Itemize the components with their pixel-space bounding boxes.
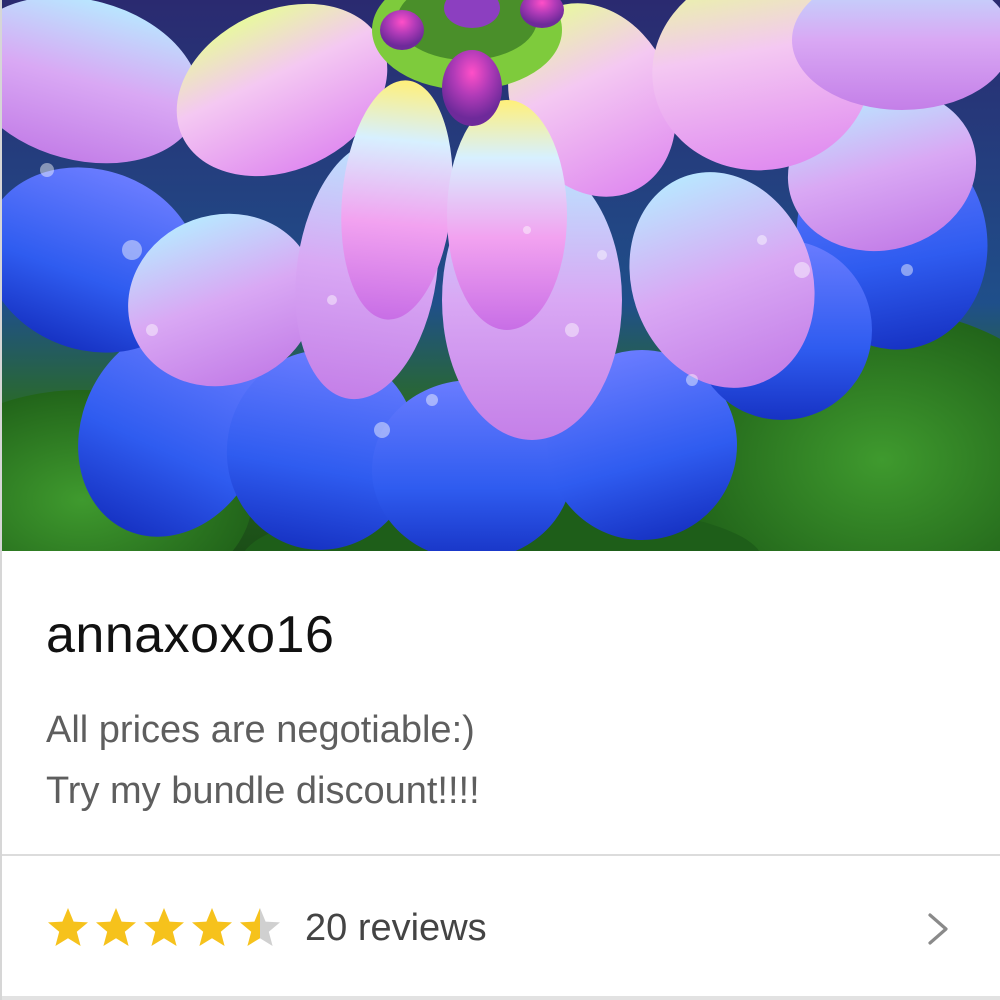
- star-icon: [192, 908, 232, 946]
- bottom-border: [2, 996, 1000, 1000]
- star-icon: [96, 908, 136, 946]
- shop-info: annaxoxo16 All prices are negotiable:) T…: [2, 551, 1000, 854]
- star-icon: [144, 908, 184, 946]
- shop-tagline-line2: Try my bundle discount!!!!: [46, 770, 480, 812]
- review-count: 20 reviews: [305, 907, 487, 949]
- shop-banner-image: [2, 0, 1000, 551]
- chevron-right-icon[interactable]: [922, 911, 952, 947]
- star-rating: [46, 906, 282, 950]
- reviews-row[interactable]: 20 reviews: [2, 856, 1000, 1000]
- star-icon: [48, 908, 88, 946]
- shop-card: annaxoxo16 All prices are negotiable:) T…: [0, 0, 1000, 1000]
- shop-tagline-line1: All prices are negotiable:): [46, 709, 475, 751]
- shop-name[interactable]: annaxoxo16: [46, 609, 334, 661]
- star-icon: [240, 908, 280, 946]
